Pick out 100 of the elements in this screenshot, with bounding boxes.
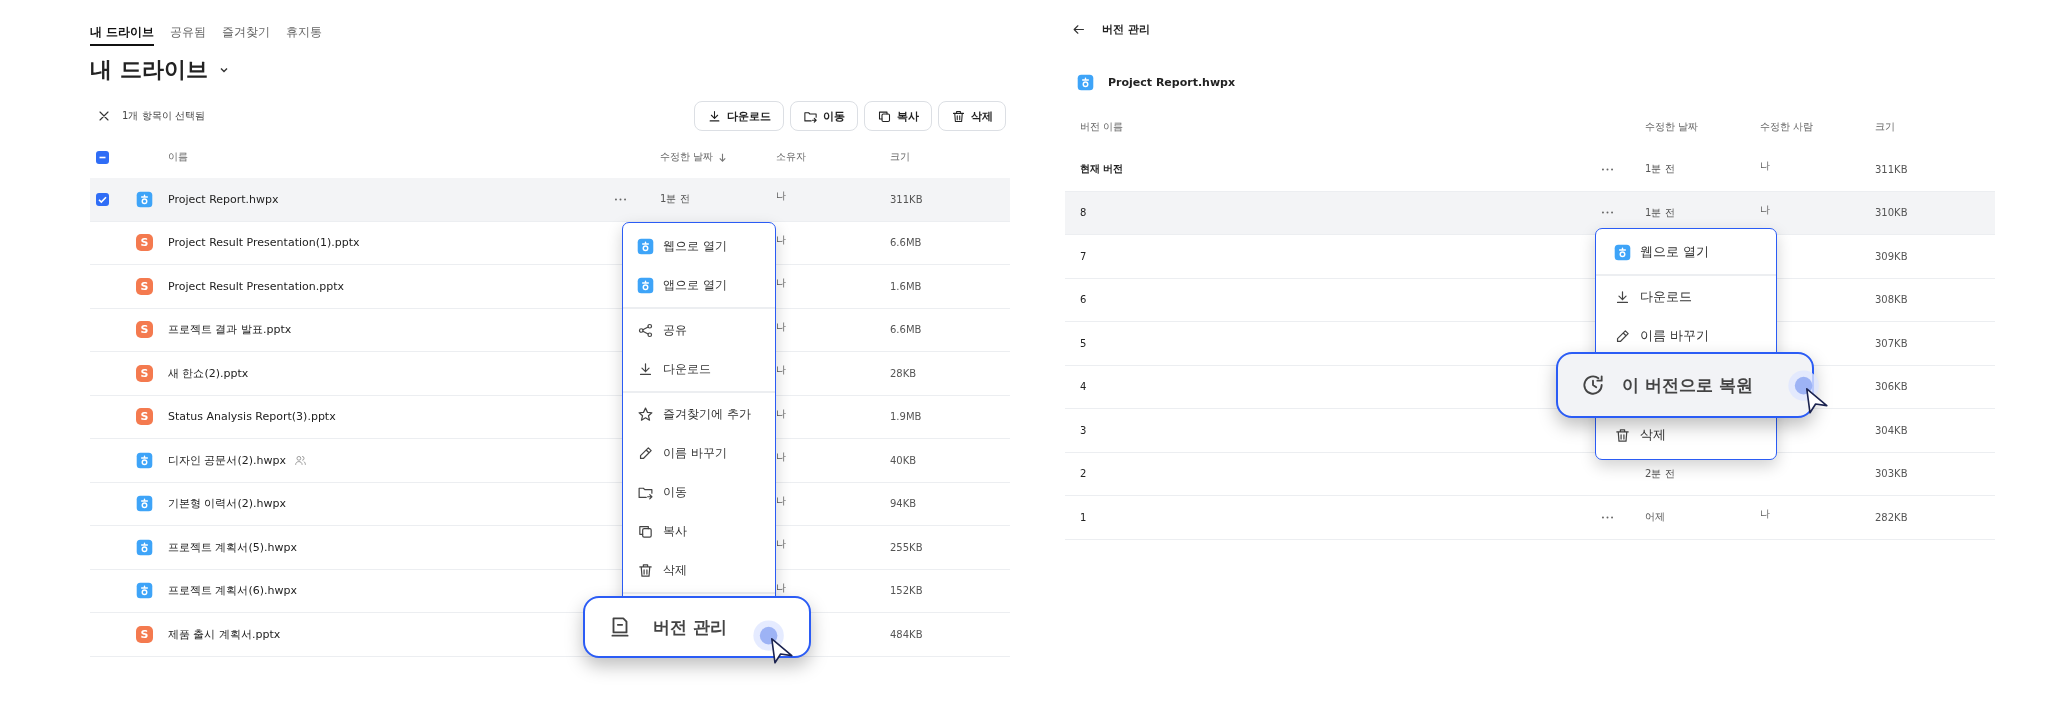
- file-size: 6.6MB: [890, 324, 922, 336]
- menu-item[interactable]: 공유: [623, 311, 775, 350]
- version-row[interactable]: 1 어제 나 282KB: [1065, 496, 1995, 540]
- page-title: 내 드라이브: [90, 56, 208, 84]
- file-name[interactable]: Project Result Presentation.pptx: [168, 279, 344, 293]
- tab[interactable]: 공유됨: [170, 24, 207, 44]
- version-row[interactable]: 현재 버전 1분 전 나 311KB: [1065, 148, 1995, 192]
- version-name: 현재 버전: [1080, 162, 1124, 177]
- file-size: 304KB: [1875, 424, 1908, 436]
- version-name: 2: [1080, 468, 1087, 480]
- file-name[interactable]: 제품 출시 계획서.pptx: [168, 626, 281, 642]
- file-size: 306KB: [1875, 381, 1908, 393]
- checkbox[interactable]: [96, 150, 109, 164]
- menu-item-magnified[interactable]: 이 버전으로 복원: [1556, 352, 1814, 418]
- version-name: 8: [1080, 207, 1087, 219]
- file-size: 303KB: [1875, 468, 1908, 480]
- file-size: 311KB: [890, 193, 923, 205]
- modified-date: 1분 전: [1645, 162, 1675, 177]
- file-size: 282KB: [1875, 511, 1908, 523]
- more-icon[interactable]: [614, 196, 627, 202]
- owner-name: 나: [776, 276, 786, 291]
- column-header[interactable]: 수정한 날짜: [660, 150, 714, 164]
- file-size: 255KB: [890, 541, 923, 553]
- modified-date: 1분 전: [660, 192, 690, 207]
- file-size: 1.6MB: [890, 280, 922, 292]
- more-icon[interactable]: [1601, 166, 1614, 172]
- owner-name: 나: [776, 189, 786, 204]
- editor-name: 나: [1760, 202, 1770, 217]
- file-name[interactable]: 디자인 공문서(2).hwpx: [168, 452, 287, 468]
- file-size: 1.9MB: [890, 411, 922, 423]
- editor-name: 나: [1760, 507, 1770, 522]
- menu-item[interactable]: 즐겨찾기에 추가: [623, 395, 775, 434]
- file-name[interactable]: Status Analysis Report(3).pptx: [168, 410, 336, 424]
- menu-item[interactable]: 삭제: [1596, 416, 1776, 455]
- action-button[interactable]: 삭제: [938, 101, 1006, 131]
- checkbox[interactable]: [96, 192, 109, 206]
- tab[interactable]: 휴지통: [286, 24, 323, 44]
- column-header: 버전 이름: [1080, 120, 1125, 134]
- version-name: 1: [1080, 511, 1087, 523]
- action-button[interactable]: 이동: [790, 101, 858, 131]
- file-name[interactable]: 프로젝트 계획서(5).hwpx: [168, 539, 298, 555]
- file-size: 311KB: [1875, 163, 1908, 175]
- modified-date: 1분 전: [1645, 205, 1675, 220]
- version-name: 3: [1080, 424, 1087, 436]
- more-icon[interactable]: [1601, 514, 1614, 520]
- file-name[interactable]: 새 한쇼(2).pptx: [168, 365, 249, 381]
- file-name[interactable]: Project Result Presentation(1).pptx: [168, 236, 360, 250]
- owner-name: 나: [776, 493, 786, 508]
- column-header[interactable]: 이름: [168, 150, 188, 164]
- owner-name: 나: [776, 232, 786, 247]
- menu-item[interactable]: 웹으로 열기: [1596, 233, 1776, 272]
- file-name[interactable]: 프로젝트 결과 발표.pptx: [168, 322, 292, 338]
- tab[interactable]: 내 드라이브: [90, 24, 155, 46]
- owner-name: 나: [776, 319, 786, 334]
- action-button[interactable]: 다운로드: [694, 101, 784, 131]
- file-size: 28KB: [890, 367, 917, 379]
- file-size: 40KB: [890, 454, 917, 466]
- menu-item[interactable]: 앱으로 열기: [623, 266, 775, 305]
- tab[interactable]: 즐겨찾기: [222, 24, 271, 44]
- file-name[interactable]: Project Report.hwpx: [168, 192, 279, 206]
- more-icon[interactable]: [1601, 210, 1614, 216]
- presentation-app-icon: S: [136, 234, 153, 252]
- version-name: 4: [1080, 381, 1087, 393]
- presentation-app-icon: S: [136, 277, 153, 295]
- column-header: 수정한 날짜: [1645, 120, 1700, 134]
- presentation-app-icon: S: [136, 625, 153, 643]
- modified-date: 어제: [1645, 510, 1665, 525]
- action-button[interactable]: 복사: [864, 101, 932, 131]
- owner-name: 나: [776, 363, 786, 378]
- file-size: 6.6MB: [890, 237, 922, 249]
- presentation-app-icon: S: [136, 408, 153, 426]
- version-name: 5: [1080, 337, 1087, 349]
- owner-name: 나: [776, 450, 786, 465]
- menu-item[interactable]: 다운로드: [623, 350, 775, 389]
- menu-item[interactable]: 웹으로 열기: [623, 227, 775, 266]
- menu-item-magnified[interactable]: 버전 관리: [583, 596, 811, 658]
- version-row[interactable]: 8 1분 전 나 310KB: [1065, 191, 1995, 235]
- file-size: 152KB: [890, 585, 923, 597]
- modified-date: 2분 전: [1645, 466, 1675, 481]
- presentation-app-icon: S: [136, 364, 153, 382]
- file-name[interactable]: 프로젝트 계획서(6).hwpx: [168, 583, 298, 599]
- file-size: 308KB: [1875, 294, 1908, 306]
- version-name: 7: [1080, 250, 1087, 262]
- file-row[interactable]: Project Report.hwpx 1분 전 나 311KB: [90, 178, 1010, 222]
- file-name[interactable]: 기본형 이력서(2).hwpx: [168, 496, 287, 512]
- selection-count: 1개 항목이 선택됨: [122, 109, 205, 123]
- column-header: 크기: [1875, 120, 1896, 134]
- menu-item[interactable]: 다운로드: [1596, 278, 1776, 317]
- file-size: 309KB: [1875, 250, 1908, 262]
- owner-name: 나: [776, 406, 786, 421]
- column-header[interactable]: 크기: [890, 150, 910, 164]
- panel-title: 버전 관리: [1102, 21, 1150, 37]
- owner-name: 나: [776, 537, 786, 552]
- file-name: Project Report.hwpx: [1108, 75, 1236, 89]
- file-size: 307KB: [1875, 337, 1908, 349]
- file-size: 484KB: [890, 628, 923, 640]
- version-name: 6: [1080, 294, 1087, 306]
- column-header[interactable]: 소유자: [776, 150, 806, 164]
- owner-name: 나: [776, 580, 786, 595]
- file-size: 310KB: [1875, 207, 1908, 219]
